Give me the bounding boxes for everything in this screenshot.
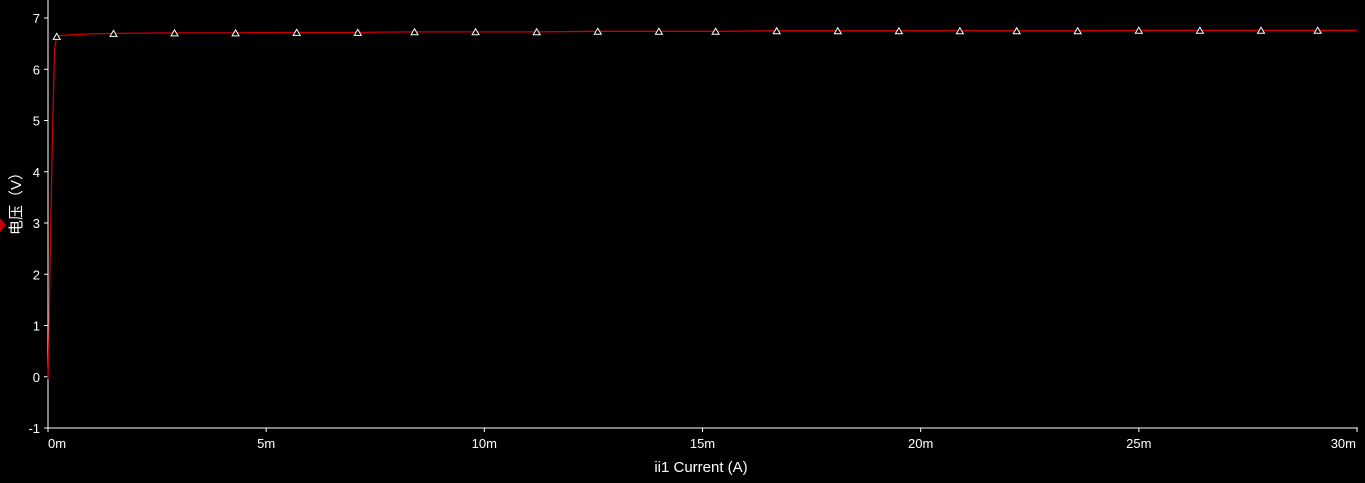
y-tick-label: 1	[33, 319, 40, 334]
y-tick-label: 4	[33, 165, 40, 180]
x-tick-label: 0m	[48, 436, 66, 451]
chart-container: -1 0 1 2 3 4 5 6 7 0m 5m 10m 15m 20m 25m 30m ii1 Curren…	[0, 0, 1365, 478]
x-tick-label: 5m	[257, 436, 275, 451]
y-tick-label: -1	[28, 421, 40, 436]
y-tick-label: 5	[33, 114, 40, 129]
voltage-current-chart: -1 0 1 2 3 4 5 6 7 0m 5m 10m 15m 20m 25m 30m ii1 Curren…	[0, 0, 1365, 478]
y-tick-label: 2	[33, 267, 40, 282]
x-tick-label: 15m	[690, 436, 715, 451]
y-axis-title: 电压（V）	[8, 165, 25, 235]
y-tick-label: 6	[33, 62, 40, 77]
plot-background	[0, 0, 1365, 478]
y-tick-label: 7	[33, 11, 40, 26]
y-tick-label: 3	[33, 216, 40, 231]
x-tick-label: 20m	[908, 436, 933, 451]
x-axis-title: ii1 Current (A)	[654, 459, 747, 476]
x-tick-label: 10m	[472, 436, 497, 451]
x-tick-label: 25m	[1126, 436, 1151, 451]
y-tick-label: 0	[33, 370, 40, 385]
x-tick-label: 30m	[1331, 436, 1356, 451]
